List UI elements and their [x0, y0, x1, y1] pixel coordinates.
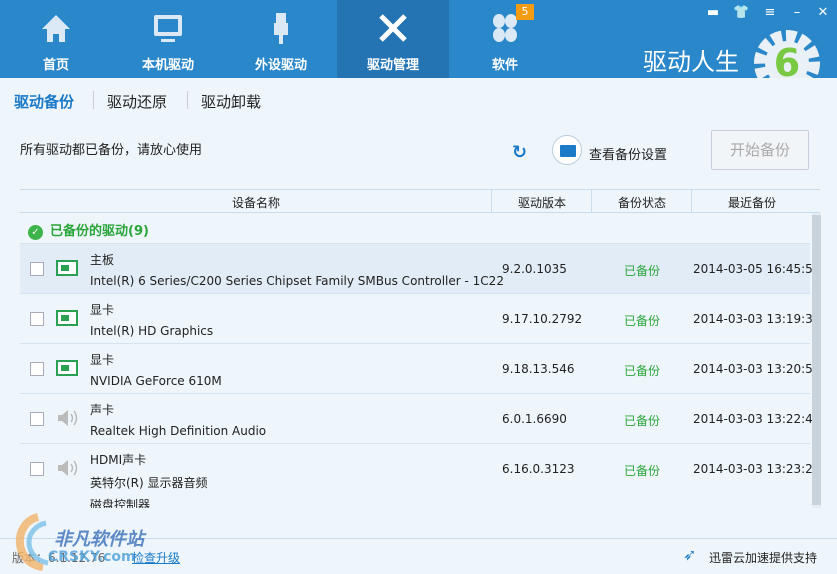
table-row[interactable]: 显卡 NVIDIA GeForce 610M 9.18.13.546 已备份 2014-… [20, 343, 820, 393]
backup-status: 已备份 [624, 314, 661, 328]
table-header: 设备名称 驱动版本 备份状态 最近备份 [20, 189, 820, 213]
graphics-card-icon [56, 360, 78, 376]
backup-status: 已备份 [624, 464, 661, 478]
backup-status: 已备份 [624, 414, 661, 428]
last-backup-date: 2014-03-03 13:19:31 [693, 312, 821, 326]
view-backup-settings-link[interactable]: 查看备份设置 [589, 144, 667, 163]
row-checkbox[interactable] [30, 362, 44, 376]
monitor-icon [154, 15, 182, 42]
xunlei-bird-icon: ➶ [683, 545, 697, 564]
subtab-uninstall[interactable]: 驱动卸载 [201, 91, 261, 112]
row-checkbox[interactable] [30, 462, 44, 476]
usb-icon [274, 13, 288, 44]
close-icon[interactable]: ✕ [815, 5, 831, 20]
last-backup-date: 2014-03-05 16:45:59 [693, 262, 821, 276]
header: 首页 本机驱动 外设驱动 驱动管理 软件 5 ▬ 👕 ≡ – ✕ 驱动人生 [0, 0, 837, 78]
device-name: Realtek High Definition Audio [90, 424, 267, 438]
tab-local-drivers[interactable]: 本机驱动 [112, 0, 224, 78]
refresh-icon[interactable]: ↻ [512, 142, 527, 163]
watermark-logo: 非凡软件站 CRSKY.com [8, 513, 158, 571]
watermark-text: 非凡软件站 [54, 529, 144, 550]
last-backup-date: 2014-03-03 13:23:26 [693, 462, 821, 476]
table-row[interactable]: 声卡 Realtek High Definition Audio 6.0.1.669… [20, 393, 820, 443]
device-category: 声卡 [90, 403, 115, 417]
scrollbar[interactable] [812, 213, 821, 508]
speaker-icon [58, 460, 78, 476]
start-backup-button[interactable]: 开始备份 [711, 130, 809, 170]
column-last-backup: 最近备份 [727, 196, 776, 210]
driver-version: 9.17.10.2792 [502, 312, 583, 326]
table-row[interactable]: 主板 Intel(R) 6 Series/C200 Series Chipset … [20, 243, 820, 293]
speaker-icon [58, 410, 78, 426]
motherboard-icon [56, 260, 78, 276]
device-name: Intel(R) HD Graphics [90, 324, 214, 338]
menu-icon[interactable]: ≡ [762, 5, 778, 20]
column-backup-status: 备份状态 [617, 196, 666, 210]
check-circle-icon: ✓ [28, 225, 43, 240]
backup-status: 已备份 [624, 264, 661, 278]
table-row[interactable]: HDMI声卡英特尔(R) 显示器音频 6.16.0.3123 已备份 2014-03-… [20, 443, 820, 493]
brand-name: 驱动人生 [643, 48, 739, 76]
divider [93, 91, 94, 109]
subtab-restore[interactable]: 驱动还原 [107, 91, 167, 112]
tools-icon [379, 14, 407, 42]
driver-version: 9.18.13.546 [502, 362, 575, 376]
subtab-backup[interactable]: 驱动备份 [14, 91, 74, 112]
device-category: 主板 [90, 253, 115, 267]
last-backup-date: 2014-03-03 13:22:48 [693, 412, 821, 426]
watermark-url: CRSKY.com [48, 549, 136, 565]
driver-version: 6.0.1.6690 [502, 412, 567, 426]
minimize-icon[interactable]: – [789, 5, 805, 20]
tab-home[interactable]: 首页 [0, 0, 112, 78]
status-message: 所有驱动都已备份，请放心使用 [20, 143, 203, 158]
row-checkbox[interactable] [30, 262, 44, 276]
graphics-card-icon [56, 310, 78, 326]
device-name: Intel(R) 6 Series/C200 Series Chipset Fa… [90, 274, 504, 288]
scrollbar-thumb[interactable] [812, 215, 821, 505]
sponsor-text: 迅雷云加速提供支持 [709, 551, 818, 565]
column-device-name: 设备名称 [231, 196, 280, 210]
driver-version: 6.16.0.3123 [502, 462, 575, 476]
tab-peripheral-drivers[interactable]: 外设驱动 [225, 0, 337, 78]
group-header-backed-up[interactable]: ✓ 已备份的驱动(9) [28, 220, 149, 240]
home-icon [42, 15, 70, 42]
column-driver-version: 驱动版本 [517, 196, 566, 210]
row-checkbox[interactable] [30, 412, 44, 426]
table-row[interactable]: 显卡 Intel(R) HD Graphics 9.17.10.2792 已备份 201… [20, 293, 820, 343]
row-checkbox[interactable] [30, 312, 44, 326]
software-update-badge: 5 [516, 4, 534, 20]
group-label: 已备份的驱动(9) [50, 224, 149, 239]
device-name: 英特尔(R) 显示器音频 [90, 476, 208, 490]
tab-driver-management[interactable]: 驱动管理 [337, 0, 449, 78]
backup-status: 已备份 [624, 364, 661, 378]
divider [187, 91, 188, 109]
device-category: HDMI声卡 [90, 453, 147, 467]
feedback-icon[interactable]: ▬ [705, 5, 721, 20]
last-backup-date: 2014-03-03 13:20:51 [693, 362, 821, 376]
driver-version: 9.2.0.1035 [502, 262, 567, 276]
device-category: 显卡 [90, 353, 115, 367]
folder-icon[interactable] [552, 135, 582, 165]
partial-row-category: 磁盘控制器 [90, 498, 151, 508]
sub-navigation: 驱动备份 驱动还原 驱动卸载 [0, 78, 837, 120]
device-name: NVIDIA GeForce 610M [90, 374, 222, 388]
tab-software[interactable]: 软件 [449, 0, 561, 78]
device-category: 显卡 [90, 303, 115, 317]
skin-icon[interactable]: 👕 [733, 5, 749, 20]
